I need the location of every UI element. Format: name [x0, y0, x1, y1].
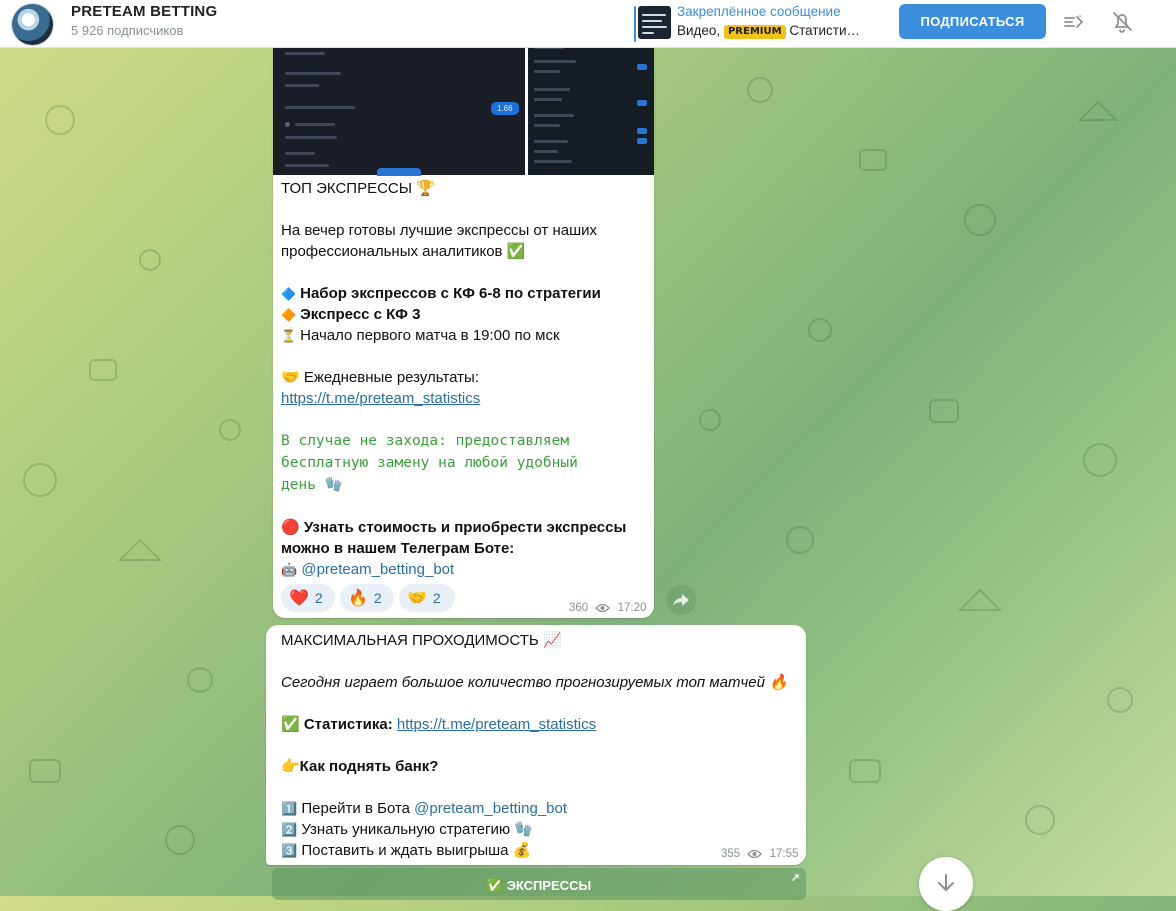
external-link-icon: ↗	[790, 872, 800, 884]
bot-mention-link[interactable]: @preteam_betting_bot	[414, 800, 567, 817]
inline-button-label: ✅ ЭКСПРЕССЫ	[486, 878, 592, 893]
statistics-link[interactable]: https://t.me/preteam_statistics	[281, 388, 480, 409]
arrow-down-icon	[938, 874, 954, 892]
robot-icon: 🤖	[281, 562, 298, 577]
pinned-suffix: Статисти…	[785, 23, 861, 38]
statistics-link[interactable]: https://t.me/preteam_statistics	[397, 716, 596, 733]
keycap-two-icon: 2️⃣	[281, 822, 298, 837]
message-bubble-1[interactable]: 1.66 ТОП ЭКСПРЕССЫ 🏆 На вечер готовы луч…	[273, 30, 654, 618]
cta-line-2: можно в нашем Телеграм Боте:	[281, 540, 515, 557]
channel-title[interactable]: PRETEAM BETTING	[71, 3, 217, 20]
reaction-handshake[interactable]: 🤝 2	[399, 584, 455, 612]
expresses-inline-button[interactable]: ✅ ЭКСПРЕССЫ ↗	[272, 868, 806, 900]
reaction-fire[interactable]: 🔥 2	[340, 584, 394, 612]
forward-arrow-icon	[673, 594, 689, 606]
view-count: 355	[721, 848, 741, 860]
message-bubble-2[interactable]: МАКСИМАЛЬНАЯ ПРОХОДИМОСТЬ 📈 Сегодня игра…	[266, 625, 806, 865]
pinned-title: Закреплённое сообщение	[677, 4, 841, 19]
stats-label: ✅ Статистика:	[281, 716, 393, 733]
bot-line: 🤖 @preteam_betting_bot	[281, 559, 454, 580]
item-text: Экспресс с КФ 3	[300, 306, 421, 323]
stats-line: ✅ Статистика: https://t.me/preteam_stati…	[281, 714, 596, 735]
keycap-one-icon: 1️⃣	[281, 801, 298, 816]
pinned-preview: Видео, PREMIUM Статисти…	[677, 23, 860, 39]
list-item: ⏳ Начало первого матча в 19:00 по мск	[281, 325, 560, 347]
list-item: 🔶 Экспресс с КФ 3	[281, 304, 420, 326]
reaction-count: 2	[373, 590, 382, 606]
reaction-count: 2	[314, 590, 323, 606]
share-button[interactable]	[666, 585, 696, 615]
premium-badge: PREMIUM	[723, 25, 786, 39]
eye-icon	[595, 603, 611, 613]
view-count: 360	[569, 602, 589, 614]
mute-bell-icon[interactable]	[1108, 8, 1136, 36]
cta-line-1: 🔴 Узнать стоимость и приобрести экспресс…	[281, 519, 627, 536]
question-line: 👉Как поднять банк?	[281, 758, 439, 775]
fire-icon: 🔥	[348, 590, 368, 607]
handshake-icon: 🤝	[407, 590, 427, 607]
reaction-count: 2	[432, 590, 441, 606]
message-time: 17:20	[617, 602, 647, 614]
message-title: МАКСИМАЛЬНАЯ ПРОХОДИМОСТЬ 📈	[281, 632, 562, 649]
item-text: Начало первого матча в 19:00 по мск	[300, 327, 560, 344]
intro-line-2: профессиональных аналитиков ✅	[281, 243, 526, 260]
list-item: 🔷 Набор экспрессов с КФ 6-8 по стратегии	[281, 283, 601, 305]
message-meta: 360 17:20	[569, 602, 646, 614]
message-subtitle: Сегодня играет большое количество прогно…	[281, 674, 788, 691]
guarantee-line-2: бесплатную замену на любой удобный	[281, 455, 578, 471]
scroll-to-bottom-button[interactable]	[919, 857, 973, 911]
odds-chip: 1.66	[491, 102, 519, 115]
list-item: 1️⃣ Перейти в Бота @preteam_betting_bot	[281, 798, 567, 819]
subscriber-count: 5 926 подписчиков	[71, 23, 184, 38]
pinned-prefix: Видео,	[677, 23, 724, 38]
reaction-heart[interactable]: ❤️ 2	[281, 584, 335, 612]
eye-icon	[747, 849, 763, 859]
channel-avatar[interactable]	[12, 4, 53, 45]
diamond-orange-icon: 🔶	[281, 308, 296, 322]
guarantee-line-3: день 🧤	[281, 477, 343, 493]
guarantee-line-1: В случае не захода: предоставляем	[281, 433, 570, 449]
results-label: 🤝 Ежедневные результаты:	[281, 369, 479, 386]
bot-mention-link[interactable]: @preteam_betting_bot	[301, 561, 454, 578]
item-text: Набор экспрессов с КФ 6-8 по стратегии	[300, 285, 601, 302]
voice-chat-icon[interactable]	[1060, 8, 1088, 36]
list-item: 2️⃣ Узнать уникальную стратегию 🧤	[281, 819, 533, 840]
step-text: Поставить и ждать выигрыша 💰	[301, 842, 532, 859]
photo-right[interactable]	[528, 30, 654, 175]
pinned-indicator	[634, 6, 636, 42]
diamond-blue-icon: 🔷	[281, 287, 296, 301]
message-meta: 355 17:55	[721, 848, 798, 860]
photo-left[interactable]: 1.66	[273, 30, 525, 176]
step-text: Перейти в Бота	[301, 800, 415, 817]
heart-icon: ❤️	[289, 590, 309, 607]
chat-header: PRETEAM BETTING 5 926 подписчиков Закреп…	[0, 0, 1176, 48]
list-item: 3️⃣ Поставить и ждать выигрыша 💰	[281, 840, 531, 861]
subscribe-button[interactable]: ПОДПИСАТЬСЯ	[899, 4, 1046, 39]
keycap-three-icon: 3️⃣	[281, 843, 298, 858]
message-time: 17:55	[769, 848, 799, 860]
intro-line-1: На вечер готовы лучшие экспрессы от наши…	[281, 222, 597, 239]
hourglass-icon: ⏳	[281, 329, 296, 343]
step-text: Узнать уникальную стратегию 🧤	[301, 821, 533, 838]
message-photo-album[interactable]: 1.66	[273, 30, 654, 176]
pinned-thumbnail	[638, 6, 671, 39]
message-title: ТОП ЭКСПРЕССЫ 🏆	[281, 180, 435, 197]
pinned-message-bar[interactable]: Закреплённое сообщение Видео, PREMIUM Ст…	[634, 3, 884, 45]
